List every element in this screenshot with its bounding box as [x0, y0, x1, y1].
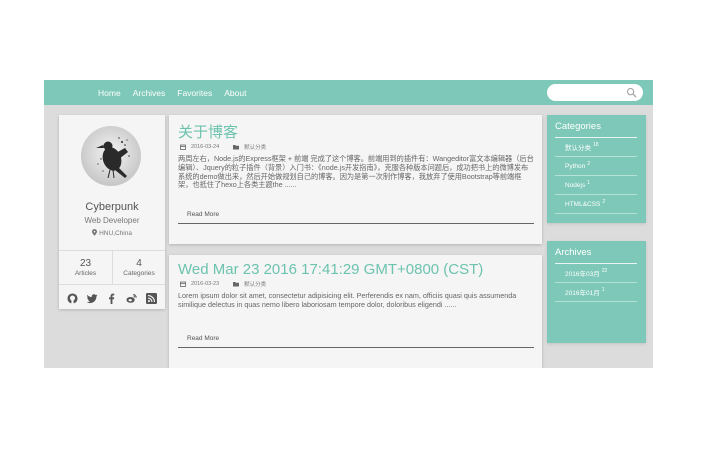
post-excerpt: Lorem ipsum dolor sit amet, consectetur … — [178, 291, 517, 309]
github-icon[interactable] — [67, 291, 78, 304]
category-count: 18 — [593, 142, 599, 148]
weibo-icon[interactable] — [126, 291, 137, 303]
post-card: 关于博客 2016-03-24 默认分类 两周左右，Node.js的Expres… — [169, 115, 542, 244]
category-count: 2 — [602, 199, 606, 205]
archives-list: 2016年03月 22 2016年01月 1 — [555, 264, 637, 302]
post-excerpt: 两周左右，Node.js的Express框架 + 前端 完成了这个博客。前端用到… — [178, 154, 534, 190]
divider — [178, 223, 534, 224]
twitter-icon[interactable] — [86, 291, 98, 303]
post-card: Wed Mar 23 2016 17:41:29 GMT+0800 (CST) … — [169, 255, 542, 368]
profile-role: Web Developer — [84, 216, 140, 225]
category-label: Nodejs — [565, 181, 586, 189]
categories-list: 默认分类 18 Python 2 Nodejs 1 HTML&CSS 2 — [555, 138, 637, 214]
archive-count: 22 — [601, 268, 608, 274]
location-pin-icon — [92, 229, 98, 236]
archive-label: 2016年03月 — [565, 271, 600, 278]
post-category-link[interactable]: 默认分类 — [244, 280, 266, 288]
stat-articles[interactable]: 23 Articles — [59, 251, 112, 284]
folder-icon — [233, 282, 240, 287]
archives-title: Archives — [555, 247, 592, 258]
archives-widget: Archives 2016年03月 22 2016年01月 1 — [547, 241, 646, 343]
post-date: 2016-03-24 — [191, 144, 220, 150]
calendar-icon — [180, 144, 186, 150]
profile-card: Cyberpunk Web Developer HNU,China 23 Art… — [59, 115, 165, 309]
profile-location: HNU,China — [59, 229, 165, 237]
stat-articles-label: Articles — [74, 270, 97, 277]
category-label: HTML&CSS — [565, 200, 601, 208]
stat-categories-label: Categories — [123, 270, 155, 277]
category-label: 默认分类 — [565, 145, 591, 152]
social-links — [59, 286, 165, 306]
page-frame: Home Archives Favorites About Cyberpunk … — [44, 80, 653, 368]
archive-item[interactable]: 2016年01月 1 — [555, 283, 637, 302]
post-meta: 2016-03-24 默认分类 — [180, 143, 266, 151]
categories-widget: Categories 默认分类 18 Python 2 Nodejs 1 HTML&C… — [547, 115, 646, 223]
category-item[interactable]: Nodejs 1 — [555, 176, 637, 195]
nav-archives-link[interactable]: Archives — [133, 88, 166, 98]
categories-title: Categories — [555, 121, 601, 132]
main-nav: Home Archives Favorites About — [98, 80, 246, 105]
top-navbar: Home Archives Favorites About — [44, 80, 653, 105]
category-count: 1 — [587, 180, 591, 186]
nav-home-link[interactable]: Home — [98, 88, 121, 98]
read-more-link[interactable]: Read More — [187, 335, 219, 342]
nav-about-link[interactable]: About — [224, 88, 246, 98]
post-date: 2016-03-23 — [191, 281, 220, 287]
facebook-icon[interactable] — [106, 291, 117, 304]
stat-articles-count: 23 — [79, 258, 92, 269]
post-title[interactable]: Wed Mar 23 2016 17:41:29 GMT+0800 (CST) — [178, 261, 483, 278]
post-title[interactable]: 关于博客 — [178, 121, 238, 142]
nav-favorites-link[interactable]: Favorites — [177, 88, 212, 98]
archive-count: 1 — [601, 287, 605, 293]
raven-avatar-image — [96, 137, 130, 179]
divider — [178, 347, 534, 348]
profile-location-text: HNU,China — [99, 230, 132, 237]
rss-icon[interactable] — [145, 291, 157, 304]
category-item[interactable]: 默认分类 18 — [555, 138, 637, 157]
archive-item[interactable]: 2016年03月 22 — [555, 264, 637, 283]
profile-stats: 23 Articles 4 Categories — [59, 251, 165, 284]
profile-name: Cyberpunk — [85, 201, 139, 213]
read-more-link[interactable]: Read More — [187, 211, 219, 218]
category-item[interactable]: HTML&CSS 2 — [555, 195, 637, 214]
category-item[interactable]: Python 2 — [555, 157, 637, 176]
category-count: 2 — [587, 161, 591, 167]
archive-label: 2016年01月 — [565, 290, 600, 297]
folder-icon — [233, 145, 240, 150]
stat-categories-count: 4 — [136, 258, 142, 269]
search-input[interactable] — [547, 84, 643, 101]
search-icon[interactable] — [626, 87, 637, 98]
post-meta: 2016-03-23 默认分类 — [180, 280, 266, 288]
divider — [59, 284, 165, 285]
avatar — [81, 126, 141, 186]
stat-categories[interactable]: 4 Categories — [112, 251, 165, 284]
post-category-link[interactable]: 默认分类 — [244, 143, 266, 151]
category-label: Python — [565, 162, 586, 170]
calendar-icon — [180, 281, 186, 287]
